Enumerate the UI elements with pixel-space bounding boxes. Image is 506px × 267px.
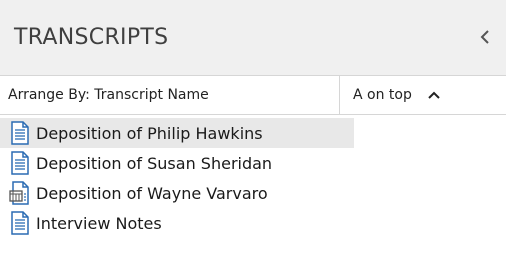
- list-item[interactable]: Deposition of Philip Hawkins: [0, 118, 354, 148]
- list-item-label: Deposition of Susan Sheridan: [36, 153, 273, 173]
- transcript-list: Deposition of Philip Hawkins Deposition …: [0, 118, 506, 238]
- document-icon: [11, 211, 29, 235]
- arrange-bar: Arrange By: Transcript Name A on top: [0, 76, 506, 115]
- arrange-by-button[interactable]: Arrange By: Transcript Name: [0, 76, 340, 114]
- sort-order-button[interactable]: A on top: [341, 76, 486, 114]
- panel-title: TRANSCRIPTS: [14, 25, 169, 50]
- list-item-label: Interview Notes: [36, 213, 162, 233]
- list-item[interactable]: Interview Notes: [0, 208, 506, 238]
- sort-order-label: A on top: [353, 87, 412, 103]
- chevron-up-icon: [428, 91, 440, 99]
- document-icon: [11, 151, 29, 175]
- multimedia-document-icon: [9, 181, 29, 205]
- arrange-by-label: Arrange By: Transcript Name: [8, 87, 209, 103]
- list-item[interactable]: Deposition of Susan Sheridan: [0, 148, 506, 178]
- panel-header: TRANSCRIPTS: [0, 0, 506, 76]
- document-icon: [11, 121, 29, 145]
- collapse-panel-button[interactable]: [474, 22, 496, 52]
- chevron-left-icon: [480, 30, 489, 44]
- list-item[interactable]: Deposition of Wayne Varvaro: [0, 178, 506, 208]
- transcripts-panel: TRANSCRIPTS Arrange By: Transcript Name …: [0, 0, 506, 267]
- list-item-label: Deposition of Wayne Varvaro: [36, 183, 268, 203]
- list-item-label: Deposition of Philip Hawkins: [36, 123, 263, 143]
